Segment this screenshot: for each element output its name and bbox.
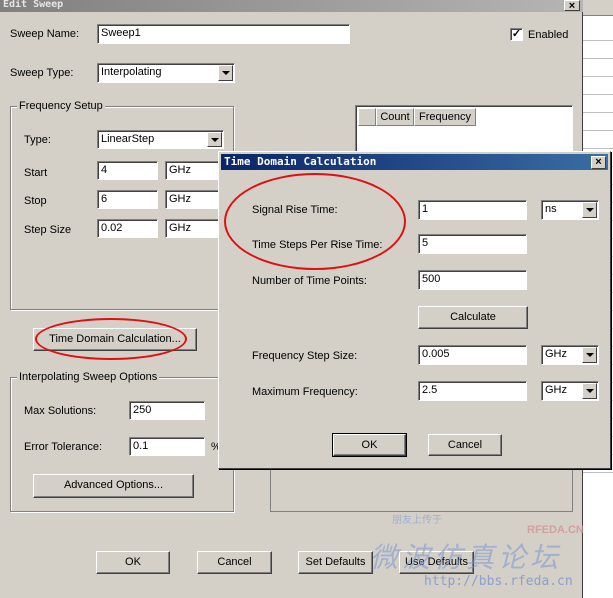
watermark-line2: RFEDA.CN	[527, 524, 584, 536]
tdc-cancel-button[interactable]: Cancel	[428, 434, 502, 456]
close-icon: ×	[595, 156, 602, 168]
table-header-count-label: Count	[380, 111, 410, 123]
ok-button[interactable]: OK	[96, 551, 170, 574]
time-domain-close-button[interactable]: ×	[591, 156, 606, 169]
chevron-down-icon[interactable]	[218, 65, 233, 81]
watermark-line3: 微波仿真论坛	[370, 541, 563, 574]
spreadsheet-toolbar	[583, 0, 613, 16]
edit-sweep-title: Edit Sweep	[3, 0, 64, 10]
calculate-button[interactable]: Calculate	[418, 306, 528, 329]
time-points-label: Number of Time Points:	[252, 275, 367, 287]
tdc-cancel-label: Cancel	[447, 439, 483, 451]
freq-step-unit-value: GHz	[545, 348, 567, 360]
table-header-frequency[interactable]: Frequency	[414, 108, 476, 126]
close-icon: ×	[568, 0, 576, 12]
check-icon: ✓	[511, 28, 522, 40]
max-freq-label: Maximum Frequency:	[252, 386, 358, 398]
step-size-label: Step Size	[24, 224, 72, 236]
time-points-input[interactable]: 500	[418, 270, 527, 290]
step-size-unit-value: GHz	[169, 222, 191, 234]
table-header-corner	[358, 108, 376, 126]
enabled-label: Enabled	[528, 29, 569, 41]
type-label: Type:	[24, 134, 51, 146]
watermark-line1: 朋友上传于	[392, 515, 442, 526]
tdc-ok-button[interactable]: OK	[332, 433, 407, 457]
freq-step-unit-select[interactable]: GHz	[541, 345, 599, 365]
max-freq-unit-value: GHz	[545, 384, 567, 396]
rise-time-unit-select[interactable]: ns	[541, 200, 599, 220]
max-solutions-input[interactable]: 250	[129, 401, 205, 420]
sweep-name-label: Sweep Name:	[10, 28, 80, 40]
set-defaults-label: Set Defaults	[305, 556, 366, 568]
time-domain-title: Time Domain Calculation	[224, 155, 377, 168]
tdc-ok-label: OK	[361, 439, 378, 451]
type-select[interactable]: LinearStep	[97, 130, 224, 149]
stop-input[interactable]: 6	[97, 190, 158, 209]
frequency-setup-title: Frequency Setup	[17, 99, 105, 113]
steps-per-rise-label: Time Steps Per Rise Time:	[252, 239, 383, 251]
set-defaults-button[interactable]: Set Defaults	[298, 551, 373, 574]
chevron-down-icon[interactable]	[207, 132, 222, 147]
time-domain-calculation-button[interactable]: Time Domain Calculation...	[33, 328, 197, 351]
rise-time-unit-value: ns	[545, 203, 557, 215]
steps-per-rise-input[interactable]: 5	[418, 234, 527, 254]
ok-label: OK	[125, 556, 141, 568]
time-domain-titlebar: Time Domain Calculation	[221, 154, 608, 170]
edit-sweep-titlebar: Edit Sweep	[0, 0, 583, 12]
sweep-name-input[interactable]: Sweep1	[97, 24, 350, 44]
watermark-line4: http://bbs.rfeda.cn	[424, 574, 573, 589]
stop-label: Stop	[24, 195, 47, 207]
error-tolerance-input[interactable]: 0.1	[129, 437, 205, 456]
max-freq-input[interactable]: 2.5	[418, 381, 527, 401]
enabled-checkbox[interactable]: ✓	[510, 28, 523, 41]
max-solutions-label: Max Solutions:	[24, 405, 97, 417]
max-freq-unit-select[interactable]: GHz	[541, 381, 599, 401]
calculate-label: Calculate	[450, 311, 496, 323]
advanced-options-label: Advanced Options...	[63, 479, 164, 491]
time-domain-dialog: Time Domain Calculation × Signal Rise Ti…	[218, 151, 611, 469]
advanced-options-button[interactable]: Advanced Options...	[33, 474, 194, 498]
table-header-count[interactable]: Count	[376, 108, 414, 126]
stop-unit-select[interactable]: GHz	[165, 190, 221, 209]
sweep-type-label: Sweep Type:	[10, 67, 74, 79]
sweep-type-value: Interpolating	[101, 66, 162, 78]
time-domain-calculation-label: Time Domain Calculation...	[49, 333, 181, 345]
sweep-type-select[interactable]: Interpolating	[97, 63, 235, 83]
table-header-frequency-label: Frequency	[419, 111, 471, 123]
rise-time-label: Signal Rise Time:	[252, 204, 338, 216]
freq-step-input[interactable]: 0.005	[418, 345, 527, 365]
start-label: Start	[24, 167, 48, 179]
step-size-input[interactable]: 0.02	[97, 219, 158, 238]
error-tolerance-label: Error Tolerance:	[24, 441, 103, 453]
frequency-table[interactable]: Count Frequency	[355, 105, 573, 153]
freq-step-label: Frequency Step Size:	[252, 350, 358, 362]
start-unit-select[interactable]: GHz	[165, 161, 221, 180]
type-value: LinearStep	[101, 133, 155, 145]
chevron-down-icon[interactable]	[582, 347, 597, 363]
start-unit-value: GHz	[169, 164, 191, 176]
start-input[interactable]: 4	[97, 161, 158, 180]
stop-unit-value: GHz	[169, 193, 191, 205]
step-size-unit-select[interactable]: GHz	[165, 219, 221, 238]
interpolating-options-title: Interpolating Sweep Options	[17, 370, 160, 384]
chevron-down-icon[interactable]	[582, 202, 597, 218]
cancel-label: Cancel	[217, 556, 252, 568]
edit-sweep-close-button[interactable]: ×	[564, 0, 580, 12]
cancel-button[interactable]: Cancel	[197, 551, 272, 574]
chevron-down-icon[interactable]	[582, 383, 597, 399]
rise-time-input[interactable]: 1	[418, 200, 527, 220]
